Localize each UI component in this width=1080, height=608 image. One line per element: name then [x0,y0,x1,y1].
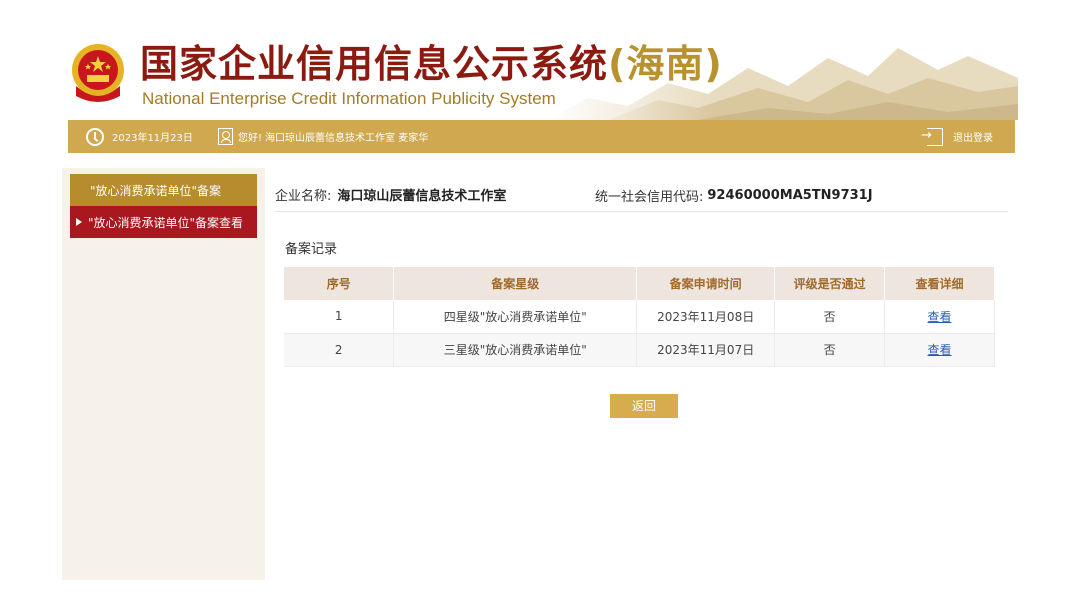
logout-button[interactable]: 退出登录 [921,120,993,153]
clock-icon [86,127,104,146]
cell-no: 1 [284,300,395,334]
column-header: 评级是否通过 [774,267,886,300]
cell-no: 2 [284,333,395,367]
column-header: 序号 [284,267,395,300]
column-header: 备案申请时间 [636,267,776,300]
logout-label: 退出登录 [953,133,993,144]
user-info: 您好! 海口琼山辰蕾信息技术工作室 麦家华 [218,120,428,153]
credit-code: 92460000MA5TN9731J [707,187,873,203]
national-emblem-icon [72,44,124,102]
sidebar-item-label: "放心消费承诺单位"备案查看 [88,215,244,230]
view-detail-link[interactable]: 查看 [928,310,952,324]
site-title-cn: 国家企业信用信息公示系统(海南) [140,42,723,86]
cell-passed: 否 [774,333,886,367]
section-title: 备案记录 [285,242,338,257]
credit-code-label: 统一社会信用代码: [595,189,704,205]
view-detail-link[interactable]: 查看 [928,343,952,357]
arrow-right-icon [76,218,82,226]
main-content: 企业名称: 海口琼山辰蕾信息技术工作室 统一社会信用代码: 92460000MA… [265,168,1015,580]
company-name-label: 企业名称: [275,189,332,204]
top-bar: 2023年11月23日 您好! 海口琼山辰蕾信息技术工作室 麦家华 退出登录 [68,120,1015,153]
sidebar-item-filing-view[interactable]: "放心消费承诺单位"备案查看 [70,206,257,238]
current-date: 2023年11月23日 [112,133,193,144]
records-table: 序号 备案星级 备案申请时间 评级是否通过 查看详细 1 四星级"放心消费承诺单… [284,267,995,367]
credit-code-group: 统一社会信用代码: 92460000MA5TN9731J [595,178,873,212]
cell-level: 三星级"放心消费承诺单位" [393,333,638,367]
column-header: 查看详细 [884,267,995,300]
company-name: 海口琼山辰蕾信息技术工作室 [337,189,507,204]
back-button[interactable]: 返回 [610,394,678,418]
site-title-region: (海南) [608,42,723,86]
table-row: 2 三星级"放心消费承诺单位" 2023年11月07日 否 查看 [284,333,995,367]
cell-action: 查看 [884,333,995,367]
sidebar: "放心消费承诺单位"备案 "放心消费承诺单位"备案查看 [62,168,265,580]
company-info-bar: 企业名称: 海口琼山辰蕾信息技术工作室 统一社会信用代码: 92460000MA… [275,178,1008,212]
sidebar-item-filing[interactable]: "放心消费承诺单位"备案 [70,174,257,206]
table-row: 1 四星级"放心消费承诺单位" 2023年11月08日 否 查看 [284,300,995,334]
site-title-en: National Enterprise Credit Information P… [142,89,556,108]
date-display: 2023年11月23日 [86,120,193,153]
user-name: 海口琼山辰蕾信息技术工作室 麦家华 [265,133,429,144]
cell-passed: 否 [774,300,886,334]
user-icon [218,128,233,145]
table-header-row: 序号 备案星级 备案申请时间 评级是否通过 查看详细 [284,267,995,300]
cell-level: 四星级"放心消费承诺单位" [393,300,638,334]
column-header: 备案星级 [393,267,638,300]
site-header: 国家企业信用信息公示系统(海南) National Enterprise Cre… [62,28,1018,120]
logout-icon [921,127,943,146]
cell-action: 查看 [884,300,995,334]
cell-date: 2023年11月07日 [636,333,776,367]
greeting-text: 您好! [238,133,263,144]
sidebar-item-label: "放心消费承诺单位"备案 [90,183,222,198]
cell-date: 2023年11月08日 [636,300,776,334]
